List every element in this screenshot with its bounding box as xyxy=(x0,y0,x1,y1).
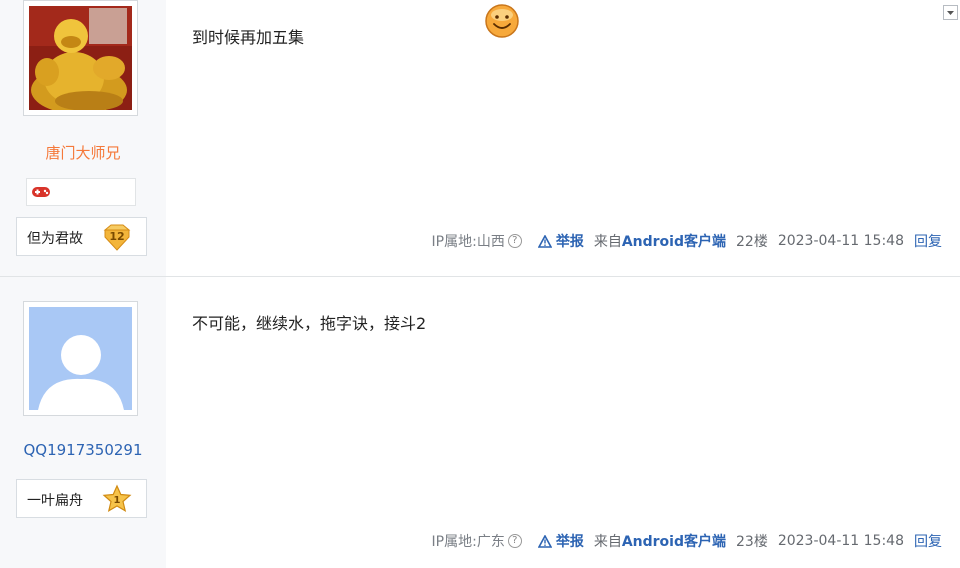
user-icon-box xyxy=(26,178,136,206)
floor-number: 23楼 xyxy=(736,534,768,550)
report-label: 举报 xyxy=(555,534,584,550)
post-content-area: 到时候再加五集 IP属地:山西 ? 举报 来自Android客户端 22楼 20… xyxy=(166,0,960,276)
smiley-emoji-icon xyxy=(485,4,519,38)
client-source: 来自Android客户端 xyxy=(594,531,726,551)
collapse-button[interactable] xyxy=(943,5,958,20)
client-link[interactable]: Android客户端 xyxy=(622,534,726,550)
post-time: 2023-04-11 15:48 xyxy=(777,233,904,249)
badge-title: 一叶扁舟 xyxy=(27,493,83,509)
level-badge-icon: 12 xyxy=(103,224,131,251)
reply-link[interactable]: 回复 xyxy=(914,531,942,551)
post-time: 2023-04-11 15:48 xyxy=(777,533,904,549)
ip-location: IP属地:山西 xyxy=(431,234,505,250)
client-source: 来自Android客户端 xyxy=(594,231,726,251)
default-avatar-image xyxy=(29,307,132,410)
from-prefix: 来自 xyxy=(593,534,622,550)
avatar[interactable] xyxy=(23,0,138,116)
post-floor-22: 唐门大师兄 但为君故 12 到时候再加五集 IP属地:山西 ? 举报 来自And… xyxy=(0,0,960,277)
ip-help-icon[interactable]: ? xyxy=(507,234,522,248)
report-label: 举报 xyxy=(555,234,584,250)
username[interactable]: 唐门大师兄 xyxy=(0,142,166,163)
user-sidebar: 唐门大师兄 但为君故 12 xyxy=(0,0,166,276)
report-button[interactable]: 举报 xyxy=(537,531,584,551)
buddha-avatar-image xyxy=(29,6,132,110)
warning-icon xyxy=(537,534,552,548)
client-link[interactable]: Android客户端 xyxy=(622,234,726,250)
badge-level-number: 1 xyxy=(114,495,121,506)
avatar[interactable] xyxy=(23,301,138,416)
report-button[interactable]: 举报 xyxy=(537,231,584,251)
post-meta: IP属地:山西 ? 举报 来自Android客户端 22楼 2023-04-11… xyxy=(432,231,942,251)
star-level-icon: 1 xyxy=(102,484,132,513)
floor-number: 22楼 xyxy=(736,234,768,250)
chevron-down-icon xyxy=(947,11,954,15)
post-meta: IP属地:广东 ? 举报 来自Android客户端 23楼 2023-04-11… xyxy=(432,531,942,551)
post-text: 不可能，继续水，拖字诀，接斗2 xyxy=(192,314,427,333)
post-body: 到时候再加五集 xyxy=(192,28,305,47)
ip-location: IP属地:广东 xyxy=(431,534,505,550)
reply-link[interactable]: 回复 xyxy=(914,231,942,251)
post-content-area: 不可能，继续水，拖字诀，接斗2 IP属地:广东 ? 举报 来自Android客户… xyxy=(166,277,960,568)
badge-level-number: 12 xyxy=(109,230,124,243)
warning-icon xyxy=(537,234,552,248)
member-badge[interactable]: 但为君故 12 xyxy=(16,217,147,256)
member-badge[interactable]: 一叶扁舟 1 xyxy=(16,479,147,518)
badge-title: 但为君故 xyxy=(27,231,83,247)
user-sidebar: QQ1917350291 一叶扁舟 1 xyxy=(0,277,166,568)
post-floor-23: QQ1917350291 一叶扁舟 1 不可能，继续水，拖字诀，接斗2 IP属地… xyxy=(0,277,960,568)
game-controller-icon[interactable] xyxy=(31,184,51,200)
from-prefix: 来自 xyxy=(593,234,622,250)
post-text: 到时候再加五集 xyxy=(192,24,304,48)
ip-help-icon[interactable]: ? xyxy=(507,534,522,548)
username[interactable]: QQ1917350291 xyxy=(0,441,166,459)
